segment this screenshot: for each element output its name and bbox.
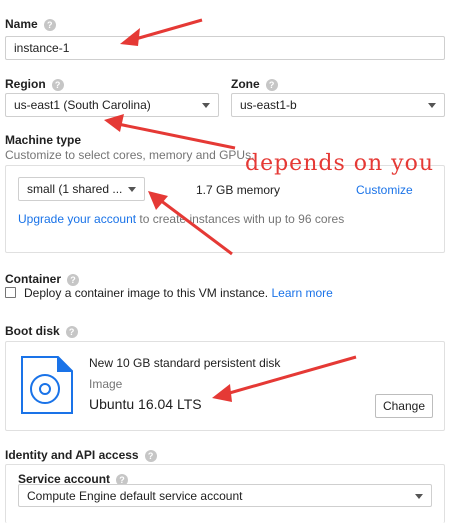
annotation-text: depends on you: [245, 151, 434, 176]
machine-type-select[interactable]: small (1 shared ...: [18, 177, 145, 201]
upgrade-line: Upgrade your account to create instances…: [18, 212, 344, 226]
name-label-text: Name: [5, 17, 38, 31]
help-icon[interactable]: ?: [43, 18, 56, 31]
service-account-value: Compute Engine default service account: [27, 488, 243, 503]
change-button[interactable]: Change: [375, 394, 433, 418]
zone-label: Zone?: [231, 77, 278, 91]
identity-label-text: Identity and API access: [5, 448, 139, 462]
zone-label-text: Zone: [231, 77, 260, 91]
help-icon[interactable]: ?: [67, 273, 80, 286]
name-input[interactable]: instance-1: [5, 36, 445, 60]
region-label-text: Region: [5, 77, 46, 91]
help-icon[interactable]: ?: [265, 78, 278, 91]
region-select[interactable]: us-east1 (South Carolina): [5, 93, 219, 117]
zone-select-value: us-east1-b: [240, 98, 297, 112]
identity-label: Identity and API access?: [5, 448, 157, 462]
upgrade-account-link[interactable]: Upgrade your account: [18, 212, 136, 226]
dropdown-caret-icon: [428, 103, 436, 108]
learn-more-link[interactable]: Learn more: [271, 286, 332, 300]
customize-link[interactable]: Customize: [356, 183, 413, 197]
region-label: Region?: [5, 77, 64, 91]
disk-description: New 10 GB standard persistent disk: [89, 356, 281, 370]
container-checkbox-text: Deploy a container image to this VM inst…: [24, 286, 269, 300]
dropdown-caret-icon: [415, 493, 423, 499]
image-label: Image: [89, 377, 123, 391]
container-label-text: Container: [5, 272, 62, 286]
machine-type-select-value: small (1 shared ...: [27, 182, 123, 196]
machine-type-subtitle: Customize to select cores, memory and GP…: [5, 148, 255, 162]
dropdown-caret-icon: [128, 187, 136, 192]
arrow-machine: [117, 122, 236, 150]
container-label: Container?: [5, 272, 80, 286]
boot-disk-label-text: Boot disk: [5, 324, 60, 338]
help-icon[interactable]: ?: [51, 78, 64, 91]
boot-disk-label: Boot disk?: [5, 324, 78, 338]
disk-icon: [21, 356, 73, 414]
zone-select[interactable]: us-east1-b: [231, 93, 445, 117]
region-select-value: us-east1 (South Carolina): [14, 98, 151, 112]
upgrade-rest-text: to create instances with up to 96 cores: [136, 212, 345, 226]
dropdown-caret-icon: [202, 103, 210, 108]
help-icon[interactable]: ?: [65, 325, 78, 338]
memory-text: 1.7 GB memory: [196, 183, 281, 197]
service-account-select[interactable]: Compute Engine default service account: [18, 484, 432, 507]
image-value: Ubuntu 16.04 LTS: [89, 396, 202, 412]
help-icon[interactable]: ?: [144, 449, 157, 462]
name-label: Name?: [5, 17, 56, 31]
machine-type-label: Machine type: [5, 133, 82, 147]
container-text: Deploy a container image to this VM inst…: [24, 286, 333, 300]
container-checkbox[interactable]: [5, 287, 16, 298]
name-input-value: instance-1: [14, 41, 70, 55]
